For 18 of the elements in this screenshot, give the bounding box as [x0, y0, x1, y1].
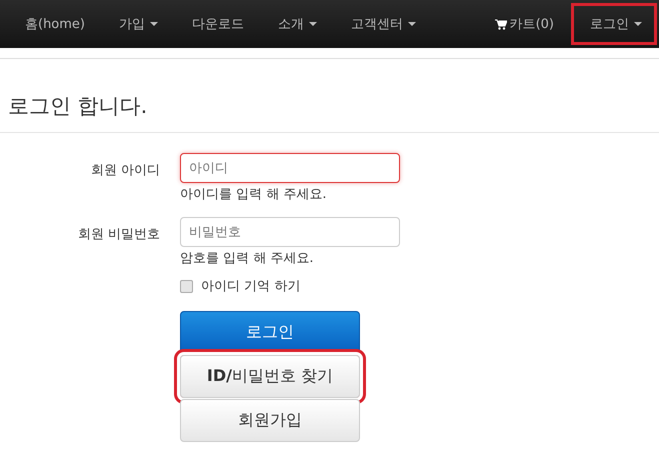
nav-link[interactable]: 홈(home) [8, 0, 102, 48]
checkbox[interactable] [180, 280, 193, 292]
cart-icon [494, 18, 507, 30]
page-heading: 로그인 합니다. [8, 93, 148, 119]
form-button[interactable]: 회원가입 [180, 399, 360, 442]
nav-link[interactable]: 카트(0) [478, 0, 571, 48]
nav-link[interactable]: 다운로드 [175, 0, 261, 48]
input-field[interactable]: 비밀번호 [180, 217, 400, 247]
nav-link[interactable]: 고객센터 [334, 0, 433, 48]
nav-link[interactable]: 가입 [102, 0, 175, 48]
input-field[interactable]: 아이디 [180, 153, 400, 183]
nav-link[interactable]: 로그인 [571, 3, 657, 45]
nav-link[interactable]: 소개 [261, 0, 334, 48]
help-text: 암호를 입력 해 주세요. [180, 250, 315, 267]
help-text: 아이디를 입력 해 주세요. [180, 186, 328, 203]
field-label: 회원 비밀번호 [76, 226, 160, 244]
checkbox-label: 아이디 기억 하기 [201, 278, 300, 295]
field-label: 회원 아이디 [90, 162, 160, 180]
